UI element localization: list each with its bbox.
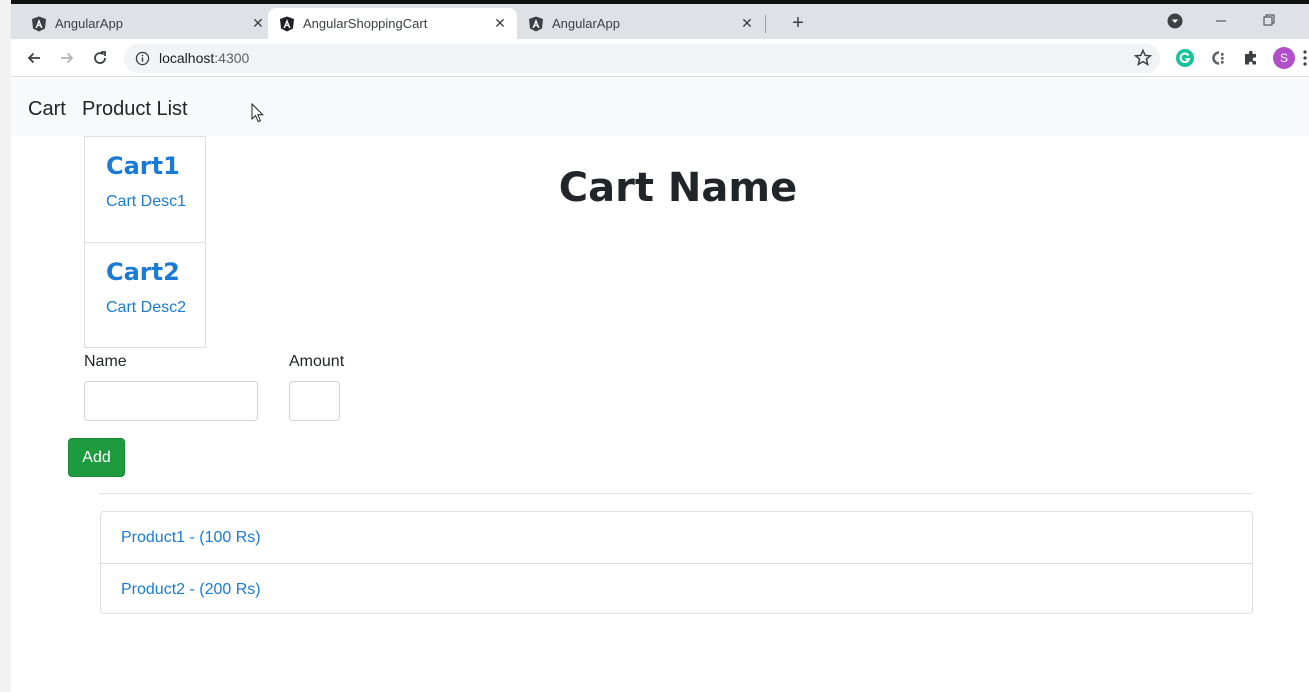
bookmark-star-icon[interactable] — [1133, 48, 1153, 68]
browser-menu-icon[interactable] — [1303, 49, 1307, 67]
close-tab-icon[interactable]: ✕ — [249, 14, 267, 32]
browser-tab-1[interactable]: AngularApp ✕ — [20, 8, 268, 39]
nav-link-product-list[interactable]: Product List — [82, 98, 188, 121]
address-url: localhost:4300 — [159, 50, 250, 66]
grammarly-extension-icon[interactable] — [1175, 48, 1195, 68]
product-list: Product1 - (100 Rs) Product2 - (200 Rs) — [100, 511, 1253, 614]
cart-description: Cart Desc2 — [106, 299, 187, 316]
tab-title: AngularApp — [552, 16, 620, 31]
tab-strip: AngularApp ✕ AngularShoppingCart ✕ Angul… — [11, 4, 1309, 39]
name-label: Name — [84, 353, 127, 370]
angular-logo-icon — [529, 16, 543, 32]
profile-avatar[interactable]: S — [1273, 47, 1295, 69]
product-list-item[interactable]: Product2 - (200 Rs) — [101, 563, 1252, 614]
close-tab-icon[interactable]: ✕ — [738, 14, 756, 32]
address-bar[interactable]: localhost:4300 — [124, 44, 1160, 73]
amount-input[interactable] — [289, 381, 340, 421]
forward-arrow-icon[interactable] — [57, 48, 77, 68]
product-label: Product1 - (100 Rs) — [121, 529, 261, 546]
window-left-gutter — [0, 0, 11, 692]
site-info-icon[interactable] — [135, 51, 150, 66]
section-divider — [99, 493, 1252, 494]
restore-icon[interactable] — [1263, 14, 1275, 26]
product-list-item[interactable]: Product1 - (100 Rs) — [101, 512, 1252, 563]
nav-link-cart[interactable]: Cart — [28, 98, 66, 121]
browser-tab-3[interactable]: AngularApp ✕ — [517, 8, 765, 39]
amount-label: Amount — [289, 353, 345, 370]
browser-window: AngularApp ✕ AngularShoppingCart ✕ Angul… — [0, 0, 1309, 692]
add-button[interactable]: Add — [68, 438, 125, 477]
browser-toolbar: localhost:4300 S — [11, 39, 1309, 77]
cart-name: Cart2 — [106, 258, 180, 286]
app-navbar: Cart Product List — [11, 78, 1309, 136]
extensions-puzzle-icon[interactable] — [1241, 48, 1261, 68]
cart-list-item[interactable]: Cart2 Cart Desc2 — [85, 242, 205, 347]
close-tab-icon[interactable]: ✕ — [491, 14, 509, 32]
extension-c-icon[interactable] — [1208, 48, 1228, 68]
new-tab-plus-icon[interactable]: + — [787, 13, 809, 35]
tab-separator — [765, 15, 766, 33]
tab-title: AngularShoppingCart — [303, 16, 428, 31]
back-arrow-icon[interactable] — [24, 48, 44, 68]
name-input[interactable] — [84, 381, 258, 421]
browser-tab-2[interactable]: AngularShoppingCart ✕ — [268, 8, 517, 39]
reload-icon[interactable] — [90, 48, 110, 68]
minimize-icon[interactable] — [1215, 16, 1227, 26]
page-title: Cart Name — [558, 165, 798, 211]
tab-search-icon[interactable] — [1167, 13, 1183, 29]
angular-logo-icon — [32, 16, 46, 32]
product-label: Product2 - (200 Rs) — [121, 581, 261, 598]
angular-logo-icon — [280, 16, 294, 32]
tab-title: AngularApp — [55, 16, 123, 31]
mouse-pointer-icon — [251, 103, 265, 123]
